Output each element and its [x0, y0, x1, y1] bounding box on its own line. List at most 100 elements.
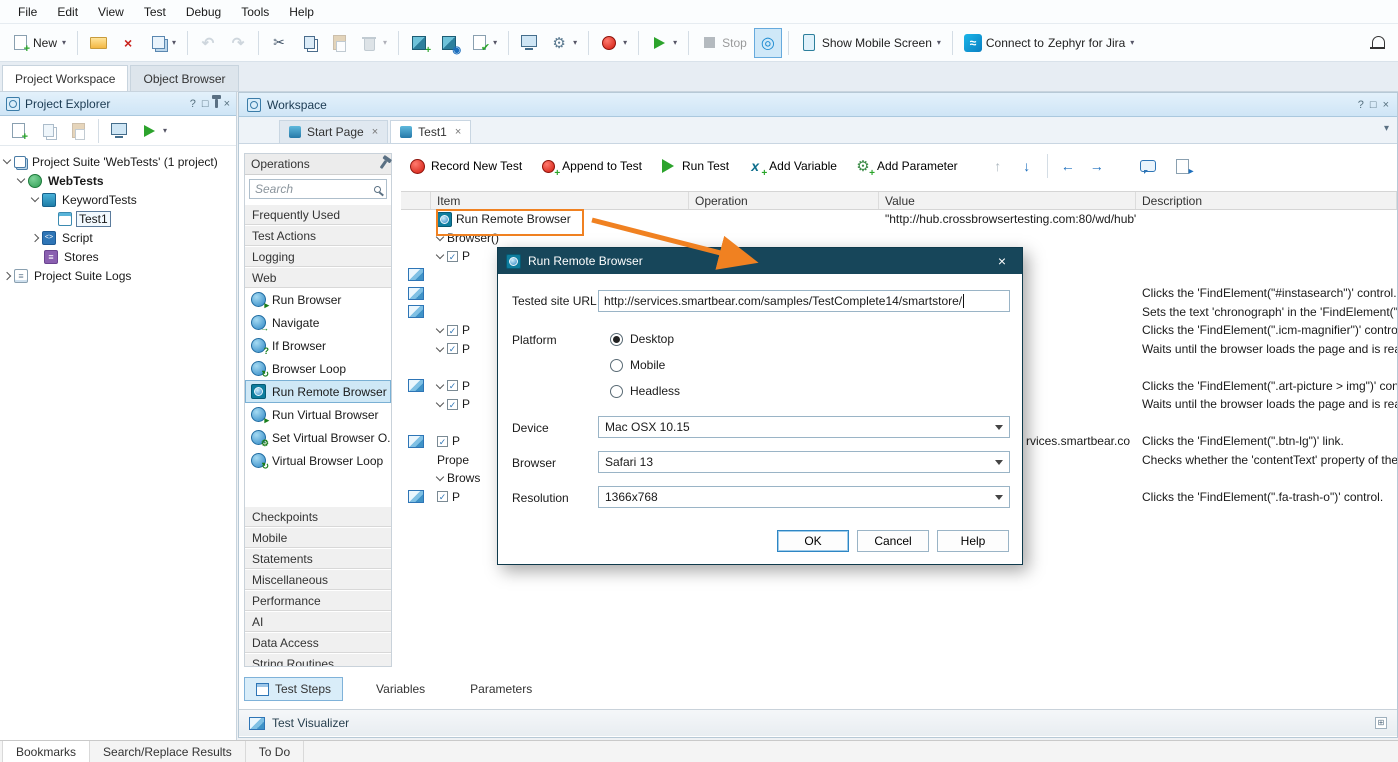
menu-item[interactable]: Test [134, 2, 176, 22]
operations-group[interactable]: AI [245, 611, 391, 632]
run-button[interactable]: ▾ [645, 28, 682, 58]
operations-group[interactable]: Test Actions [245, 225, 391, 246]
expand-chevron-icon[interactable] [436, 325, 444, 333]
menu-item[interactable]: Edit [47, 2, 88, 22]
tree-chevron-icon[interactable] [31, 194, 39, 202]
ok-button[interactable]: OK [777, 530, 849, 552]
editor-tab[interactable]: Test Steps [244, 677, 343, 701]
operation-item[interactable]: ? If Browser [245, 334, 391, 357]
operations-group[interactable]: String Routines [245, 653, 391, 666]
step-checkbox[interactable] [447, 325, 458, 336]
record-new-test-button[interactable]: Record New Test [401, 151, 529, 181]
step-checkbox[interactable] [437, 491, 448, 502]
dropdown-arrow-icon[interactable]: ▾ [62, 38, 66, 47]
workspace-tab[interactable]: Test1 × [390, 120, 471, 143]
delete-button[interactable]: ▾ [355, 28, 392, 58]
dropdown-arrow-icon[interactable]: ▾ [172, 38, 176, 47]
column-header-item[interactable]: Item [431, 192, 689, 209]
menu-item[interactable]: Debug [176, 2, 231, 22]
tree-chevron-icon[interactable] [3, 156, 11, 164]
move-up-button[interactable]: ↑ [985, 151, 1011, 181]
object-spy-button[interactable] [515, 28, 543, 58]
run-test-button[interactable]: Run Test [652, 151, 736, 181]
close-icon[interactable]: × [224, 98, 230, 110]
operations-group[interactable]: Miscellaneous [245, 569, 391, 590]
dropdown-arrow-icon[interactable] [995, 425, 1003, 430]
operation-item[interactable]: ▸ Run Virtual Browser [245, 403, 391, 426]
expand-chevron-icon[interactable] [436, 399, 444, 407]
display-options-button[interactable]: ⚙▾ [545, 28, 582, 58]
dialog-close-icon[interactable]: × [990, 253, 1014, 269]
maximize-icon[interactable]: □ [202, 98, 209, 110]
table-row[interactable]: Browser() [401, 229, 1397, 248]
pin-icon[interactable] [380, 159, 388, 168]
tree-item[interactable]: Test1 [0, 209, 236, 228]
operations-group[interactable]: Statements [245, 548, 391, 569]
menu-item[interactable]: Help [279, 2, 324, 22]
visualizer-thumbnail-icon[interactable] [408, 268, 424, 281]
tree-item[interactable]: Project Suite Logs [0, 266, 236, 285]
append-to-test-button[interactable]: +Append to Test [532, 151, 649, 181]
add-comment-button[interactable] [1132, 151, 1164, 181]
operations-group[interactable]: Data Access [245, 632, 391, 653]
dropdown-arrow-icon[interactable]: ▾ [573, 38, 577, 47]
close-icon[interactable]: × [1383, 99, 1389, 111]
step-checkbox[interactable] [447, 251, 458, 262]
help-button[interactable]: Help [937, 530, 1009, 552]
tree-item[interactable]: Project Suite 'WebTests' (1 project) [0, 152, 236, 171]
dropdown-arrow-icon[interactable]: ▾ [1130, 38, 1134, 47]
notifications-button[interactable] [1364, 28, 1392, 58]
connect-zephyr-button[interactable]: ≈Connect toZephyr for Jira▾ [959, 28, 1139, 58]
tree-chevron-icon[interactable] [17, 175, 25, 183]
edit-code-button[interactable] [105, 116, 133, 146]
dropdown-arrow-icon[interactable]: ▾ [673, 38, 677, 47]
operation-item[interactable]: ⚙ Set Virtual Browser O... [245, 426, 391, 449]
operations-group[interactable]: Checkpoints [245, 506, 391, 527]
editor-tab[interactable]: Parameters [439, 677, 544, 701]
menu-item[interactable]: Tools [231, 2, 279, 22]
run-item-button[interactable]: ▾ [135, 116, 172, 146]
operations-group[interactable]: Logging [245, 246, 391, 267]
tab-close-icon[interactable]: × [372, 126, 378, 138]
visualizer-thumbnail-icon[interactable] [408, 435, 424, 448]
new-button[interactable]: New▾ [6, 28, 71, 58]
operation-item[interactable]: → Navigate [245, 311, 391, 334]
table-row[interactable]: Run Remote Browser "http://hub.crossbrow… [401, 210, 1397, 229]
menu-item[interactable]: View [88, 2, 134, 22]
new-item-button[interactable] [34, 116, 62, 146]
menu-item[interactable]: File [8, 2, 47, 22]
show-mobile-screen-button[interactable]: Show Mobile Screen▾ [795, 28, 946, 58]
checklist-button[interactable]: ▾ [465, 28, 502, 58]
dropdown-arrow-icon[interactable]: ▾ [493, 38, 497, 47]
expand-chevron-icon[interactable] [436, 251, 444, 259]
status-tab[interactable]: Bookmarks [2, 741, 90, 762]
device-select[interactable]: Mac OSX 10.15 [598, 416, 1010, 438]
paste-button[interactable] [325, 28, 353, 58]
operation-item[interactable]: Run Remote Browser [245, 380, 391, 403]
column-header-description[interactable]: Description [1136, 192, 1397, 209]
operation-item[interactable]: ↻ Virtual Browser Loop [245, 449, 391, 472]
step-checkbox[interactable] [447, 380, 458, 391]
pin-icon[interactable] [215, 99, 218, 108]
expand-chevron-icon[interactable] [436, 473, 444, 481]
tab-close-icon[interactable]: × [455, 126, 461, 138]
dialog-titlebar[interactable]: Run Remote Browser × [498, 248, 1022, 274]
cut-button[interactable]: ✂ [265, 28, 293, 58]
dropdown-arrow-icon[interactable]: ▾ [623, 38, 627, 47]
expand-chevron-icon[interactable] [436, 344, 444, 352]
radio-icon[interactable] [610, 359, 623, 372]
radio-selected-icon[interactable] [610, 333, 623, 346]
copy-button[interactable] [295, 28, 323, 58]
visualizer-resize-handle[interactable]: ⊞ [1375, 717, 1387, 729]
stop-button[interactable]: Stop [695, 28, 752, 58]
status-tab[interactable]: Search/Replace Results [90, 741, 246, 762]
column-header-value[interactable]: Value [879, 192, 1136, 209]
dropdown-arrow-icon[interactable]: ▾ [937, 38, 941, 47]
editor-tab[interactable]: Variables [345, 677, 437, 701]
dropdown-arrow-icon[interactable]: ▾ [163, 126, 167, 135]
platform-radio-mobile[interactable]: Mobile [610, 358, 665, 372]
open-button[interactable] [84, 28, 112, 58]
test-visualizer-bar[interactable]: Test Visualizer ⊞ [239, 709, 1397, 736]
browser-select[interactable]: Safari 13 [598, 451, 1010, 473]
operations-group[interactable]: Mobile [245, 527, 391, 548]
